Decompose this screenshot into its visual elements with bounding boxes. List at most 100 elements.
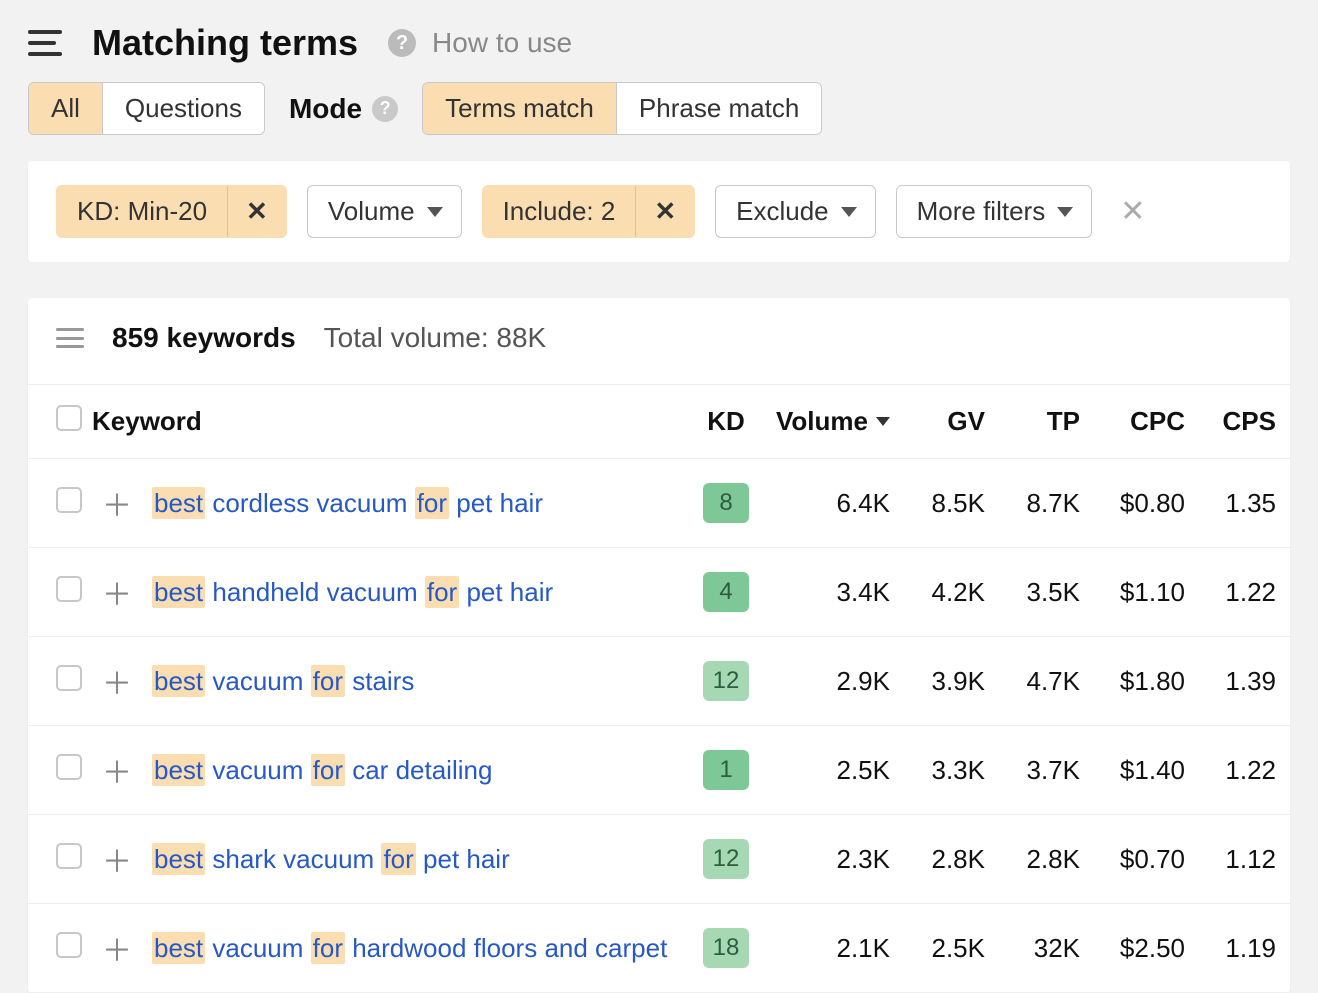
mode-help-icon[interactable]: ? [372, 96, 398, 122]
how-to-use-link[interactable]: How to use [432, 27, 572, 59]
cell-gv: 8.5K [900, 459, 995, 548]
kd-badge: 18 [703, 928, 750, 968]
tab-phrase-match[interactable]: Phrase match [617, 83, 821, 134]
keyword-link[interactable]: best vacuum for hardwood floors and carp… [152, 932, 667, 964]
cell-volume: 2.1K [766, 904, 900, 993]
chevron-down-icon [841, 207, 857, 217]
cell-volume: 6.4K [766, 459, 900, 548]
column-header-cpc[interactable]: CPC [1090, 385, 1195, 459]
filter-chip-include[interactable]: Include: 2 ✕ [482, 185, 696, 238]
keyword-link[interactable]: best cordless vacuum for pet hair [152, 487, 543, 519]
filter-chip-exclude[interactable]: Exclude [715, 185, 876, 238]
cell-cps: 1.19 [1195, 904, 1290, 993]
cell-cpc: $0.80 [1090, 459, 1195, 548]
tab-all[interactable]: All [29, 83, 103, 134]
cell-tp: 2.8K [995, 815, 1090, 904]
table-row: ＋best vacuum for stairs122.9K3.9K4.7K$1.… [28, 637, 1290, 726]
cell-tp: 3.7K [995, 726, 1090, 815]
column-header-volume[interactable]: Volume [766, 385, 900, 459]
kd-badge: 12 [703, 661, 750, 701]
kd-badge: 8 [703, 483, 749, 523]
row-checkbox[interactable] [56, 487, 82, 513]
row-checkbox[interactable] [56, 932, 82, 958]
cell-gv: 2.5K [900, 904, 995, 993]
cell-volume: 3.4K [766, 548, 900, 637]
cell-cpc: $2.50 [1090, 904, 1195, 993]
row-checkbox[interactable] [56, 576, 82, 602]
cell-cpc: $0.70 [1090, 815, 1195, 904]
mode-label-text: Mode [289, 93, 362, 125]
cell-tp: 3.5K [995, 548, 1090, 637]
filter-chip-volume[interactable]: Volume [307, 185, 462, 238]
cell-gv: 2.8K [900, 815, 995, 904]
cell-cps: 1.22 [1195, 548, 1290, 637]
filter-chip-kd[interactable]: KD: Min-20 ✕ [56, 185, 287, 238]
table-row: ＋best cordless vacuum for pet hair86.4K8… [28, 459, 1290, 548]
keyword-link[interactable]: best shark vacuum for pet hair [152, 843, 510, 875]
cell-gv: 3.9K [900, 637, 995, 726]
cell-gv: 3.3K [900, 726, 995, 815]
cell-cps: 1.12 [1195, 815, 1290, 904]
mode-label: Mode ? [289, 93, 398, 125]
tab-questions[interactable]: Questions [103, 83, 264, 134]
column-header-volume-label: Volume [776, 406, 868, 437]
sort-desc-icon [876, 417, 890, 426]
keyword-link[interactable]: best handheld vacuum for pet hair [152, 576, 553, 608]
page-title: Matching terms [92, 22, 358, 64]
cell-cps: 1.35 [1195, 459, 1290, 548]
expand-icon[interactable]: ＋ [102, 757, 132, 790]
chevron-down-icon [427, 207, 443, 217]
cell-cpc: $1.10 [1090, 548, 1195, 637]
row-checkbox[interactable] [56, 843, 82, 869]
row-checkbox[interactable] [56, 665, 82, 691]
keyword-link[interactable]: best vacuum for car detailing [152, 754, 492, 786]
column-header-gv[interactable]: GV [900, 385, 995, 459]
cell-tp: 8.7K [995, 459, 1090, 548]
kd-badge: 4 [703, 572, 749, 612]
cell-cps: 1.22 [1195, 726, 1290, 815]
help-icon[interactable]: ? [388, 29, 416, 57]
table-row: ＋ best vacuum for car detailing 1 2.5K3.3K3… [28, 726, 1290, 815]
cell-tp: 32K [995, 904, 1090, 993]
keyword-count: 859 keywords [112, 322, 296, 354]
cell-volume: 2.3K [766, 815, 900, 904]
kd-badge: 1 [703, 750, 749, 790]
filter-chip-include-label: Include: 2 [483, 186, 636, 237]
row-checkbox[interactable] [56, 754, 82, 780]
filter-chip-more[interactable]: More filters [896, 185, 1093, 238]
column-header-keyword[interactable]: Keyword [92, 385, 686, 459]
cell-volume: 2.5K [766, 726, 900, 815]
filter-chip-volume-label: Volume [328, 196, 415, 227]
keyword-link[interactable]: best vacuum for stairs [152, 665, 414, 697]
menu-icon[interactable] [28, 30, 62, 56]
filter-chip-kd-label: KD: Min-20 [57, 186, 227, 237]
filter-chip-more-label: More filters [917, 196, 1046, 227]
column-header-tp[interactable]: TP [995, 385, 1090, 459]
expand-icon[interactable]: ＋ [102, 579, 132, 612]
cell-gv: 4.2K [900, 548, 995, 637]
cell-tp: 4.7K [995, 637, 1090, 726]
view-toggle-group: All Questions [28, 82, 265, 135]
expand-icon[interactable]: ＋ [102, 490, 132, 523]
kd-badge: 12 [703, 839, 750, 879]
tab-terms-match[interactable]: Terms match [423, 83, 617, 134]
table-row: ＋ best handheld vacuum for pet hair 4 3.4K4… [28, 548, 1290, 637]
table-row: ＋ best vacuum for hardwood floors and car… [28, 904, 1290, 993]
keywords-table: Keyword KD Volume GV TP CPC CPS ＋ best co… [28, 384, 1290, 993]
clear-filters-button[interactable]: ✕ [1112, 194, 1153, 229]
expand-icon[interactable]: ＋ [102, 668, 132, 701]
cell-cps: 1.39 [1195, 637, 1290, 726]
expand-icon[interactable]: ＋ [102, 935, 132, 968]
filter-chip-kd-remove[interactable]: ✕ [227, 186, 286, 237]
filter-chip-include-remove[interactable]: ✕ [635, 186, 694, 237]
select-all-checkbox[interactable] [56, 405, 82, 431]
chevron-down-icon [1057, 207, 1073, 217]
column-header-cps[interactable]: CPS [1195, 385, 1290, 459]
column-header-kd[interactable]: KD [686, 385, 766, 459]
total-volume: Total volume: 88K [324, 322, 547, 354]
filter-chip-exclude-label: Exclude [736, 196, 829, 227]
mode-toggle-group: Terms match Phrase match [422, 82, 822, 135]
list-icon[interactable] [56, 328, 84, 348]
expand-icon[interactable]: ＋ [102, 846, 132, 879]
cell-volume: 2.9K [766, 637, 900, 726]
